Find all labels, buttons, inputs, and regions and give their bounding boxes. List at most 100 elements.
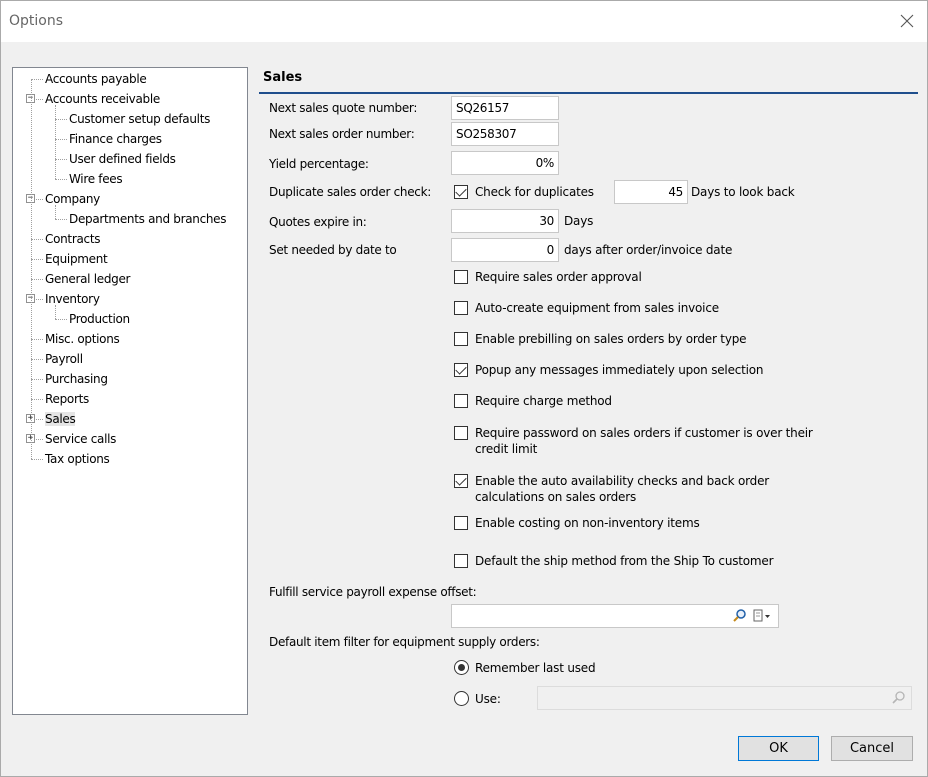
option-label: Auto-create equipment from sales invoice [475,301,719,315]
search-icon [892,691,905,704]
tree-item-label: User defined fields [69,152,176,166]
tree-item-equipment[interactable]: Equipment [45,249,108,269]
tree-connector [31,79,43,80]
needed-by-input[interactable]: 0 [451,238,559,262]
tree-item-purchasing[interactable]: Purchasing [45,369,108,389]
tree-item-contracts[interactable]: Contracts [45,229,100,249]
duplicate-check-checkbox[interactable] [454,185,468,199]
tree-item-label: Tax options [45,452,110,466]
option-checkbox[interactable] [454,394,468,408]
days-look-back-label: Days to look back [691,185,795,199]
option-checkbox[interactable] [454,301,468,315]
tree-item-production[interactable]: Production [69,309,130,329]
tree-item-departments-and-branches[interactable]: Departments and branches [69,209,227,229]
tree-item-inventory[interactable]: Inventory [45,289,100,309]
close-button[interactable] [895,9,919,33]
option-checkbox[interactable] [454,426,468,440]
use-filter-radio[interactable] [454,691,469,706]
tree-item-sales[interactable]: Sales [45,409,76,429]
tree-item-customer-setup-defaults[interactable]: Customer setup defaults [69,109,210,129]
dropdown-menu-icon[interactable] [752,608,774,624]
tree-item-general-ledger[interactable]: General ledger [45,269,130,289]
yield-input[interactable]: 0% [451,151,559,175]
tree-connector [55,305,56,319]
tree-item-label: Reports [45,392,89,406]
cancel-button[interactable]: Cancel [831,736,913,761]
tree-connector [31,279,43,280]
option-checkbox[interactable] [454,554,468,568]
option-checkbox[interactable] [454,270,468,284]
option-checkbox[interactable] [454,474,468,488]
item-filter-label: Default item filter for equipment supply… [269,635,540,649]
ok-button[interactable]: OK [738,736,819,761]
option-label: Require sales order approval [475,270,642,284]
close-icon [900,14,914,28]
tree-item-reports[interactable]: Reports [45,389,89,409]
quotes-expire-unit: Days [564,214,594,228]
tree-connector [31,239,43,240]
tree-connector [31,359,43,360]
tree-item-label: General ledger [45,272,131,286]
next-quote-input[interactable]: SQ26157 [451,96,559,120]
needed-by-unit: days after order/invoice date [564,243,733,257]
option-label: Enable the auto availability checks and … [475,474,770,504]
tree-item-finance-charges[interactable]: Finance charges [69,129,162,149]
tree-item-label: Payroll [45,352,83,366]
option-checkbox[interactable] [454,516,468,530]
tree-connector [55,219,67,220]
tree-connector [55,179,67,180]
option-label: Enable costing on non-inventory items [475,516,700,530]
days-look-back-input[interactable]: 45 [614,180,688,204]
tree-item-wire-fees[interactable]: Wire fees [69,169,123,189]
option-label: Popup any messages immediately upon sele… [475,363,764,377]
tree-connector [31,399,43,400]
duplicate-check-text: Check for duplicates [475,185,594,199]
fulfill-label: Fulfill service payroll expense offset: [269,585,477,599]
next-order-input[interactable]: SO258307 [451,122,559,146]
window-title: Options [9,13,64,29]
tree-connector [55,105,56,179]
use-filter-label: Use: [475,692,501,706]
tree-item-payroll[interactable]: Payroll [45,349,83,369]
tree-item-label: Accounts payable [45,72,147,86]
tree-item-label: Misc. options [45,332,120,346]
option-label: Require password on sales orders if cust… [475,426,813,456]
title-bar: Options [1,1,927,42]
use-filter-input [537,686,912,710]
sales-options-panel: Sales Next sales quote number: SQ26157 N… [259,67,919,717]
search-icon[interactable] [732,608,748,624]
tree-connector [31,79,32,459]
tree-item-misc-options[interactable]: Misc. options [45,329,120,349]
next-quote-label: Next sales quote number: [269,101,418,115]
tree-item-label: Equipment [45,252,108,266]
tree-item-user-defined-fields[interactable]: User defined fields [69,149,176,169]
remember-last-used-radio[interactable] [454,660,469,675]
tree-item-label: Inventory [45,292,100,306]
tree-item-label: Sales [45,412,76,426]
next-order-label: Next sales order number: [269,127,415,141]
yield-label: Yield percentage: [269,157,369,171]
fulfill-input[interactable] [451,604,779,628]
quotes-expire-input[interactable]: 30 [451,209,559,233]
tree-connector [55,139,67,140]
tree-item-tax-options[interactable]: Tax options [45,449,110,469]
option-label: Default the ship method from the Ship To… [475,554,774,568]
tree-item-label: Finance charges [69,132,162,146]
duplicate-check-label: Duplicate sales order check: [269,185,431,199]
option-checkbox[interactable] [454,332,468,346]
option-label: Enable prebilling on sales orders by ord… [475,332,747,346]
tree-item-accounts-receivable[interactable]: Accounts receivable [45,89,160,109]
tree-item-company[interactable]: Company [45,189,100,209]
tree-item-accounts-payable[interactable]: Accounts payable [45,69,147,89]
tree-item-label: Purchasing [45,372,108,386]
options-tree[interactable]: Accounts payable Accounts receivable − Cust… [12,67,248,715]
tree-connector [55,205,56,219]
option-checkbox[interactable] [454,363,468,377]
options-window: Options Accounts payable Accounts receiva… [0,0,928,777]
tree-item-service-calls[interactable]: Service calls [45,429,116,449]
tree-connector [55,119,67,120]
tree-connector [31,339,43,340]
tree-connector [55,159,67,160]
tree-item-label: Production [69,312,130,326]
tree-connector [31,259,43,260]
